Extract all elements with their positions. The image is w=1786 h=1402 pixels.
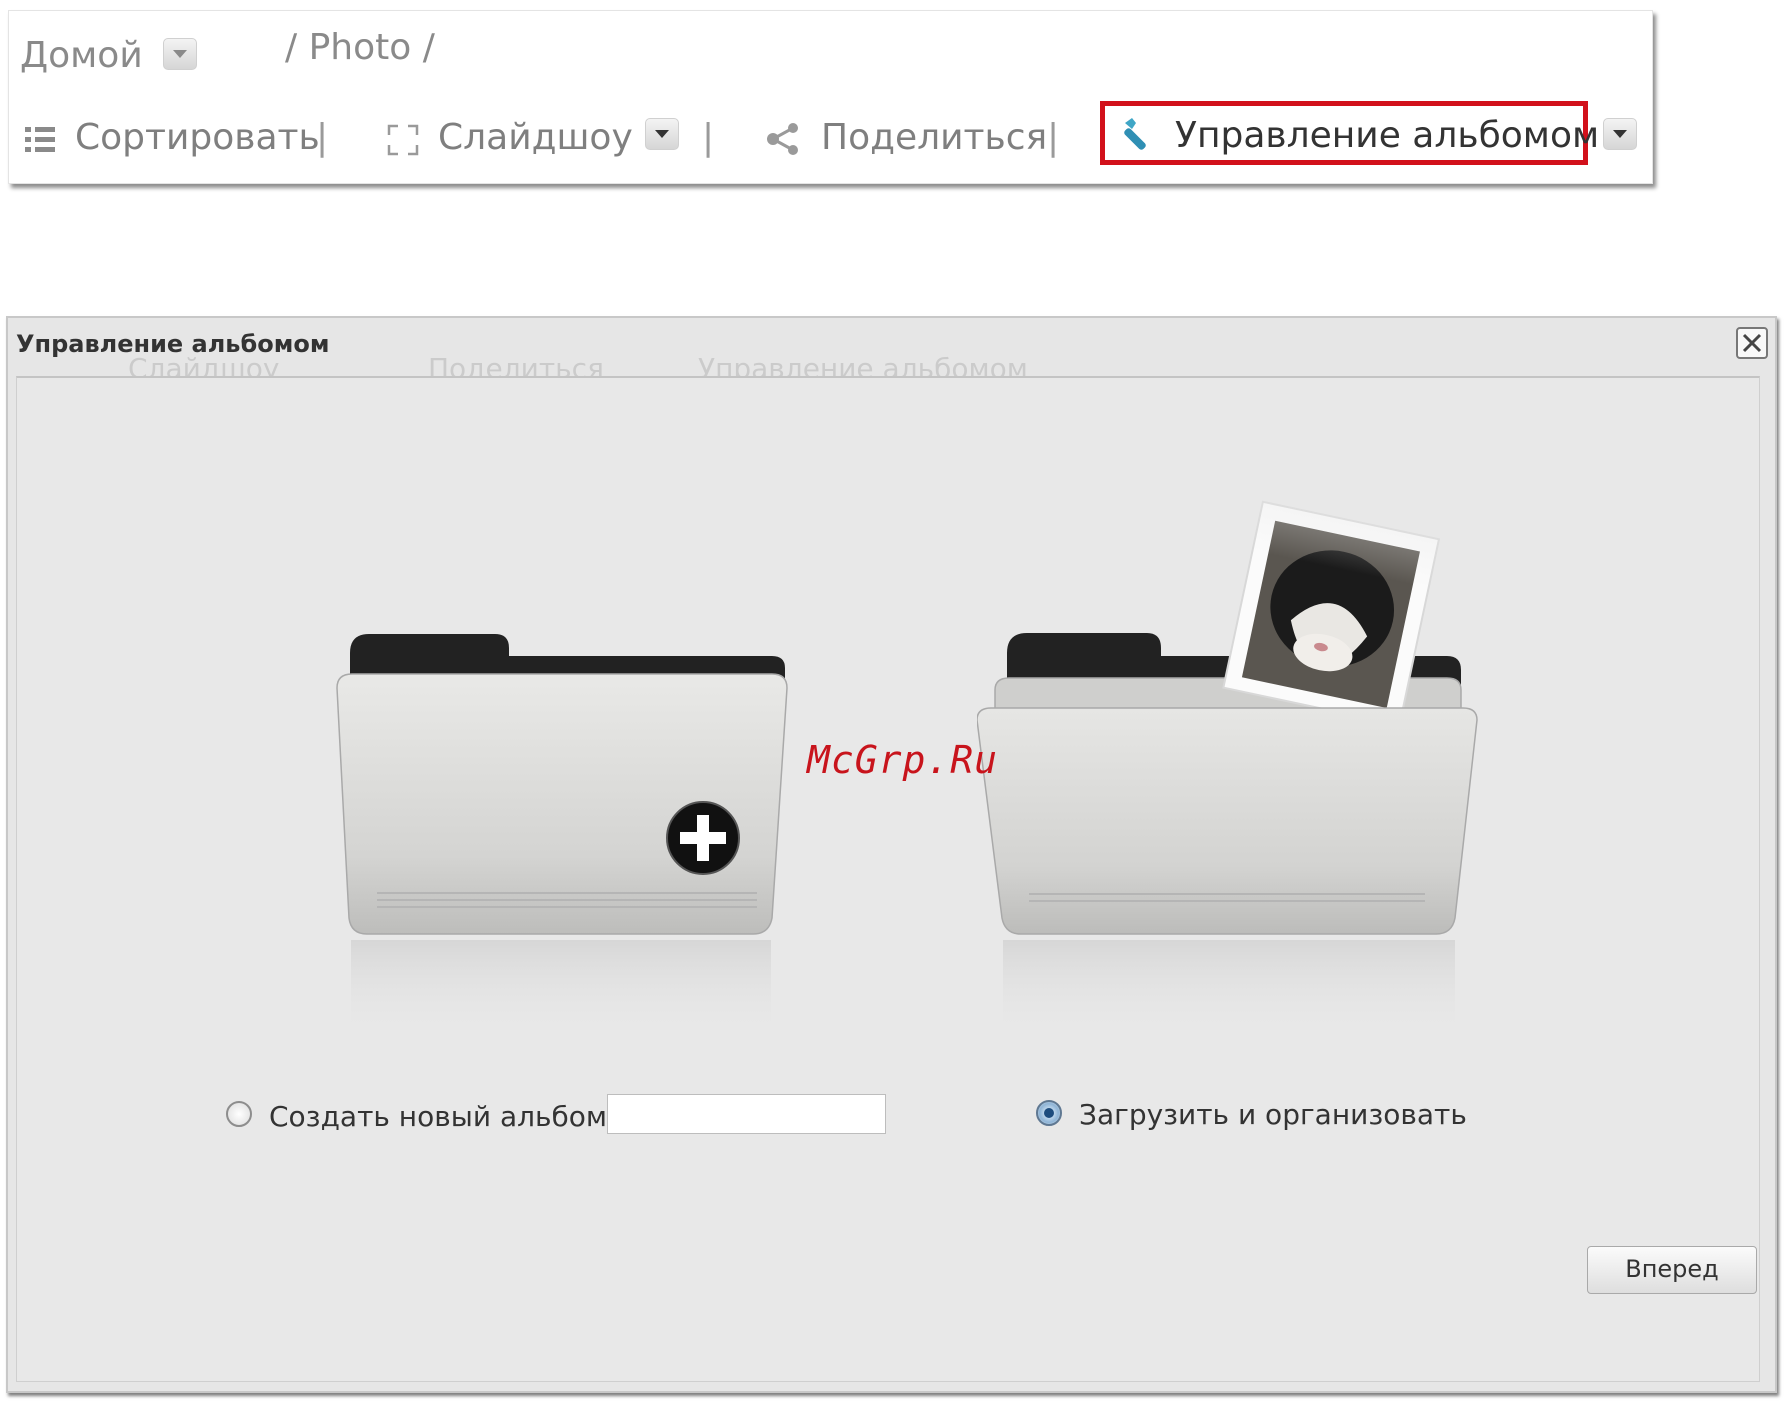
dialog-body: McGrp.Ru Создать новый альбом Загрузить … [16,376,1760,1382]
album-toolbar: Домой / Photo / Сортировать | Слайдшоу |… [8,10,1653,184]
next-button[interactable]: Вперед [1587,1246,1757,1294]
manage-album-label: Управление альбомом [1175,115,1600,156]
folder-add-icon[interactable] [317,608,797,1048]
upload-organize-radio[interactable] [1036,1100,1062,1126]
wrench-icon [1124,118,1146,150]
share-icon [767,123,798,155]
upload-organize-label[interactable]: Загрузить и организовать [1079,1098,1467,1131]
toolbar-separator: | [316,117,329,158]
close-button[interactable] [1736,327,1768,359]
folder-photo-icon[interactable] [977,458,1497,1048]
home-link[interactable]: Домой [20,35,143,76]
breadcrumb[interactable]: / Photo / [285,27,435,68]
close-icon [1742,333,1762,353]
toolbar-separator: | [702,117,715,158]
slideshow-button[interactable]: Слайдшоу [438,117,633,158]
slideshow-dropdown-button[interactable] [645,118,679,150]
list-icon [25,127,55,152]
watermark: McGrp.Ru [807,738,999,782]
sort-button[interactable]: Сортировать [75,117,320,158]
manage-album-dropdown-button[interactable] [1603,118,1637,150]
chevron-down-icon [655,130,669,138]
chevron-down-icon [173,50,187,58]
create-album-radio[interactable] [226,1101,252,1127]
chevron-down-icon [1613,130,1627,138]
toolbar-separator: | [1047,117,1060,158]
dialog-title: Управление альбомом [16,330,330,358]
manage-album-button[interactable]: Управление альбомом [1100,101,1599,165]
new-album-name-input[interactable] [607,1094,886,1134]
manage-album-dialog: Слайдшоу Поделиться Управление альбомом … [6,316,1777,1393]
home-dropdown-button[interactable] [163,38,197,70]
share-button[interactable]: Поделиться [821,117,1047,158]
create-album-label[interactable]: Создать новый альбом [269,1100,607,1133]
fullscreen-icon [387,124,419,156]
